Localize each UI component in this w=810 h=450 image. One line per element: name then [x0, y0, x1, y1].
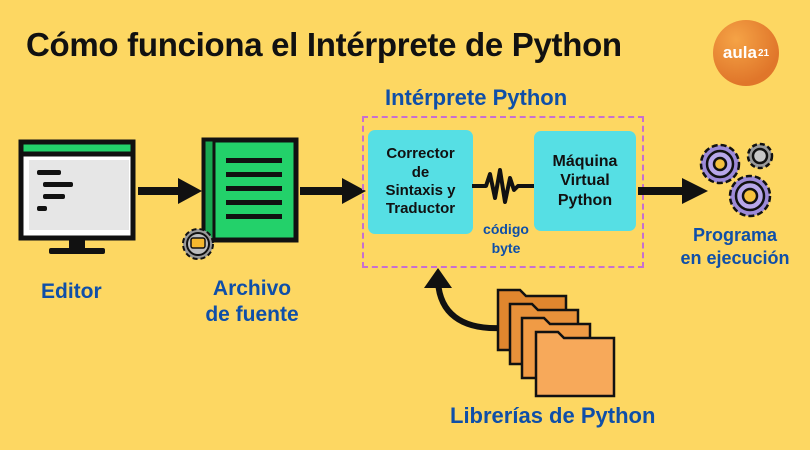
archivo-line-1: Archivo	[212, 277, 292, 300]
maquina-line-2: Virtual	[560, 172, 610, 190]
programa-label: Programa en ejecución	[660, 224, 810, 269]
maquina-line-1: Máquina	[552, 152, 618, 170]
page-title: Cómo funciona el Intérprete de Python	[26, 26, 622, 63]
programa-line-1: Programa	[692, 225, 778, 245]
arrow-archivo-interprete	[300, 178, 366, 204]
signal-wave-icon	[472, 168, 534, 204]
archivo-line-2: de fuente	[205, 303, 299, 327]
editor-label: Editor	[41, 280, 102, 303]
gears-icon	[699, 142, 774, 218]
corrector-line-4: Traductor	[385, 200, 456, 218]
bytecode-line-2: byte	[491, 239, 521, 256]
folders-icon	[496, 288, 616, 398]
bytecode-line-1: código	[483, 221, 529, 237]
aula21-logo: aula 21	[713, 20, 779, 86]
corrector-line-2: de	[411, 163, 430, 181]
interpreter-title: Intérprete Python	[385, 85, 568, 110]
arrow-editor-archivo	[138, 178, 202, 204]
corrector-line-1: Corrector	[386, 145, 455, 163]
corrector-box: Corrector de Sintaxis y Traductor	[368, 130, 473, 234]
maquina-virtual-box: Máquina Virtual Python	[534, 131, 636, 231]
archivo-label: Archivo de fuente	[182, 276, 322, 329]
maquina-line-3: Python	[557, 191, 613, 209]
corrector-line-3: Sintaxis y	[385, 182, 456, 199]
gear-icon	[182, 228, 214, 260]
librerias-label: Librerías de Python	[450, 403, 656, 428]
bytecode-label: código byte	[477, 220, 535, 258]
monitor-icon	[18, 139, 136, 254]
logo-text: aula	[722, 43, 757, 62]
programa-line-2: en ejecución	[680, 247, 790, 268]
logo-sup: 21	[757, 47, 770, 59]
